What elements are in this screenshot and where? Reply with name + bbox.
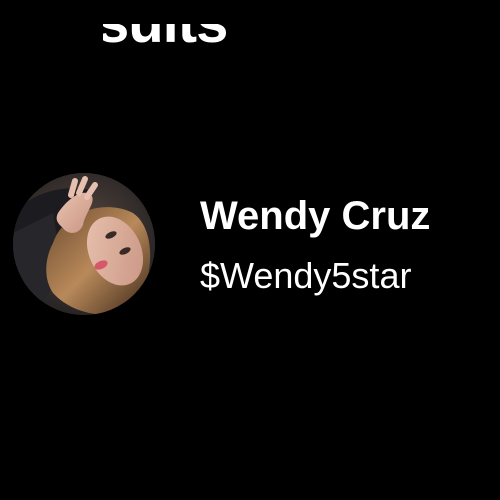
cashtag: $Wendy5star — [200, 255, 412, 296]
avatar — [13, 173, 155, 315]
page-title: sults — [97, 0, 228, 55]
name-block: Wendy Cruz $Wendy5star — [200, 196, 430, 294]
display-name: Wendy Cruz — [200, 194, 431, 238]
search-result-row[interactable]: Wendy Cruz $Wendy5star — [0, 160, 500, 330]
profile-photo — [13, 173, 155, 315]
